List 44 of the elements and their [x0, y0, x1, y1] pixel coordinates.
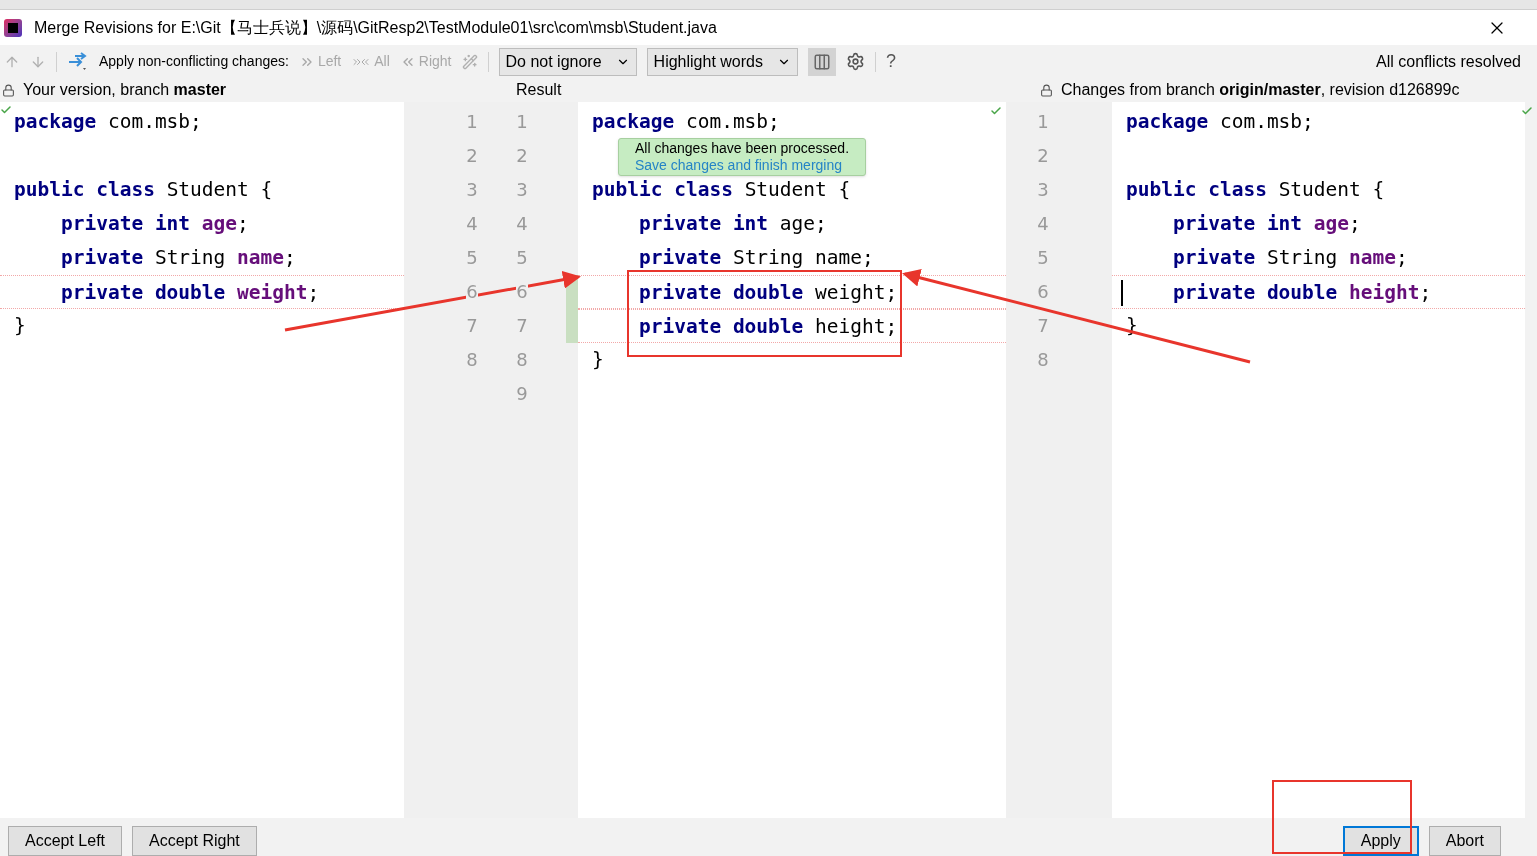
pane-header: Result: [516, 80, 563, 100]
code-line: public class Student {: [1126, 177, 1385, 203]
code-line: private double height;: [637, 314, 898, 340]
code-line: private double weight;: [637, 280, 898, 306]
editor-pane[interactable]: package com.msb; public class Student { private int age; private String name; private double weight; }: [0, 102, 404, 818]
status-text: All conflicts resolved: [1376, 51, 1521, 72]
columns-toggle-icon[interactable]: [807, 47, 836, 76]
ignore-dropdown[interactable]: Do not ignore: [498, 47, 637, 76]
dialog-button[interactable]: Abort: [1428, 826, 1501, 856]
settings-icon[interactable]: [845, 52, 865, 71]
pane-header: Your version, branch master: [23, 80, 227, 100]
code-line: public class Student {: [14, 177, 273, 203]
code-line: private int age;: [59, 211, 249, 237]
dialog-button[interactable]: Accept Right: [132, 826, 257, 856]
check-icon: [990, 105, 1002, 117]
app-logo-icon: [4, 18, 22, 37]
text-cursor: [1121, 280, 1123, 306]
code-line: private int age;: [1171, 211, 1361, 237]
code-line: private double height;: [1171, 280, 1432, 306]
code-line: private String name;: [59, 245, 296, 271]
code-line: }: [592, 347, 604, 373]
merge-arrows-icon[interactable]: [67, 51, 89, 72]
code-line: package com.msb;: [592, 109, 780, 135]
code-line: private int age;: [637, 211, 827, 237]
help-button[interactable]: ?: [885, 48, 896, 75]
check-icon: [1521, 105, 1533, 117]
lock-icon: [1040, 83, 1053, 97]
code-line: private String name;: [637, 245, 874, 271]
lock-icon: [2, 83, 15, 97]
check-icon: [0, 104, 12, 116]
window-title: Merge Revisions for E:\Git【马士兵说】\源码\GitResp2\TestModule01\src\com\msb\Student.java: [34, 17, 717, 38]
dialog-button[interactable]: Apply: [1342, 826, 1419, 856]
code-line: }: [14, 313, 26, 339]
tooltip-message: All changes have been processed.: [635, 140, 850, 157]
code-line: package com.msb;: [1126, 109, 1314, 135]
magic-wand-icon[interactable]: [461, 53, 478, 70]
code-line: private String name;: [1171, 245, 1408, 271]
code-line: public class Student {: [592, 177, 851, 203]
pane-header: Changes from branch origin/master, revision d126899c: [1061, 80, 1460, 100]
code-line: private double weight;: [59, 280, 320, 306]
code-line: package com.msb;: [14, 109, 202, 135]
highlight-dropdown[interactable]: Highlight words: [646, 47, 798, 76]
dialog-button[interactable]: Accept Left: [8, 826, 123, 856]
toolbar-label: Apply non-conflicting changes:: [99, 52, 289, 71]
